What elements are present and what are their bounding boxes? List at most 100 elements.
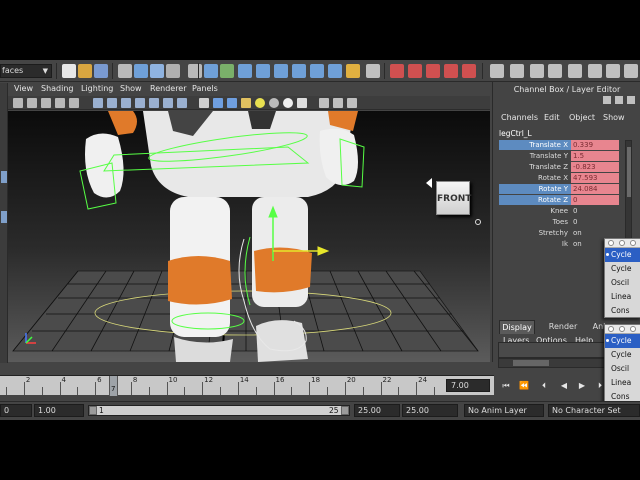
playback-end-field[interactable]: 25.00 [354, 404, 400, 417]
safe-title-icon[interactable] [177, 98, 187, 108]
menu-item[interactable]: Linea [605, 290, 640, 304]
attribute-label[interactable]: Rotate X [499, 173, 571, 183]
resolution-gate-icon[interactable] [121, 98, 131, 108]
gate-mask-icon[interactable] [135, 98, 145, 108]
outliner-icon[interactable] [588, 64, 602, 78]
attribute-label[interactable]: Stretchy [499, 228, 571, 238]
attribute-value[interactable]: -0.823 [571, 162, 619, 172]
image-plane-icon[interactable] [55, 98, 65, 108]
menu-view[interactable]: View [14, 84, 33, 93]
two-d-pan-zoom-icon[interactable] [69, 98, 79, 108]
attribute-row[interactable]: Translate Y 1.5 [499, 151, 621, 161]
attribute-layout-icon[interactable] [627, 96, 635, 104]
tab-render[interactable]: Render [545, 320, 581, 334]
menu-shading[interactable]: Shading [41, 84, 74, 93]
animation-end-field[interactable]: 25.00 [402, 404, 458, 417]
attribute-label[interactable]: Ik [499, 239, 571, 249]
range-slider[interactable]: 1 25 [88, 405, 350, 416]
snap-view-plane-icon[interactable] [256, 64, 270, 78]
shadows-icon[interactable] [269, 98, 279, 108]
smooth-shade-icon[interactable] [213, 98, 223, 108]
ipr-render-icon[interactable] [408, 64, 422, 78]
current-time-field[interactable]: 7.00 [446, 379, 490, 392]
character-set-dropdown[interactable]: No Character Set [548, 404, 640, 417]
output-ops-icon[interactable] [328, 64, 342, 78]
attribute-row[interactable]: Rotate Z0 [499, 195, 621, 205]
camera-icon[interactable] [13, 98, 23, 108]
select-hierarchy-icon[interactable] [118, 64, 132, 78]
panel-layout-icon[interactable] [624, 64, 638, 78]
select-component-icon[interactable] [150, 64, 164, 78]
menu-show[interactable]: Show [120, 84, 142, 93]
camera-attributes-icon[interactable] [27, 98, 37, 108]
render-frame-icon[interactable] [390, 64, 404, 78]
attribute-row[interactable]: Rotate X 47.593 [499, 173, 621, 183]
tool-settings-icon[interactable] [548, 64, 562, 78]
attribute-label[interactable]: Rotate Z [499, 195, 571, 205]
attribute-row[interactable]: Knee 0 [499, 206, 621, 216]
menu-edit[interactable]: Edit [544, 113, 560, 122]
film-gate-icon[interactable] [107, 98, 117, 108]
attribute-value[interactable]: on [571, 228, 619, 238]
step-back-key-icon[interactable]: ⏪ [518, 380, 530, 392]
menu-item[interactable]: Cycle [605, 248, 640, 262]
menu-item[interactable]: Cons [605, 304, 640, 318]
step-forward-frame-icon[interactable]: ⏵ [594, 380, 606, 392]
scroll-thumb[interactable] [513, 360, 549, 366]
attribute-label[interactable]: Toes [499, 217, 571, 227]
channel-box-toggle-icon[interactable] [568, 64, 582, 78]
view-cube[interactable]: FRONT [436, 181, 471, 215]
selected-node-name[interactable]: legCtrl_L [499, 129, 532, 138]
tab-display[interactable]: Display [499, 320, 535, 334]
menu-show[interactable]: Show [603, 113, 625, 122]
attribute-value[interactable]: 0 [571, 206, 619, 216]
layer-editor-icon[interactable] [615, 96, 623, 104]
menu-item[interactable]: Oscil [605, 362, 640, 376]
render-view-icon[interactable] [462, 64, 476, 78]
channel-box-scrollbar[interactable] [625, 140, 632, 244]
hypershade-icon[interactable] [444, 64, 458, 78]
attribute-row[interactable]: Translate X 0.339 [499, 140, 621, 150]
scroll-thumb[interactable] [627, 147, 631, 197]
range-end-handle[interactable] [341, 406, 349, 415]
attribute-row[interactable]: Translate Z -0.823 [499, 162, 621, 172]
attribute-row[interactable]: Toes 0 [499, 217, 621, 227]
attribute-row[interactable]: Ik on [499, 239, 621, 249]
lock-icon[interactable] [346, 64, 360, 78]
attribute-label[interactable]: Translate X [499, 140, 571, 150]
attribute-value[interactable]: 0 [571, 195, 619, 205]
menu-item[interactable]: Cycle [605, 334, 640, 348]
history-icon[interactable] [292, 64, 306, 78]
isolate-select-icon[interactable] [319, 98, 329, 108]
new-scene-icon[interactable] [62, 64, 76, 78]
ambient-occlusion-icon[interactable] [283, 98, 293, 108]
field-chart-icon[interactable] [149, 98, 159, 108]
select-tool-icon[interactable] [1, 171, 7, 183]
anim-layer-dropdown[interactable]: No Anim Layer [464, 404, 544, 417]
play-backwards-icon[interactable]: ◀ [558, 380, 570, 392]
attribute-row[interactable]: Rotate Y 24.084 [499, 184, 621, 194]
step-back-frame-icon[interactable]: ⏴ [538, 380, 550, 392]
layer-horizontal-scrollbar[interactable] [498, 358, 606, 368]
xray-icon[interactable] [333, 98, 343, 108]
move-tool-icon[interactable] [1, 211, 7, 223]
select-object-icon[interactable] [134, 64, 148, 78]
attribute-value[interactable]: 0.339 [571, 140, 619, 150]
modeling-toolkit-icon[interactable] [510, 64, 524, 78]
textures-icon[interactable] [241, 98, 251, 108]
menu-channels[interactable]: Channels [501, 113, 538, 122]
play-forwards-icon[interactable]: ▶ [576, 380, 588, 392]
current-frame-marker[interactable]: 7 [109, 376, 118, 396]
anti-aliasing-icon[interactable] [297, 98, 307, 108]
highlight-selection-icon[interactable] [188, 64, 202, 78]
perspective-viewport[interactable]: FRONT [8, 111, 490, 362]
layer-list[interactable] [498, 342, 606, 358]
menu-item[interactable]: Cycle [605, 348, 640, 362]
snap-point-icon[interactable] [238, 64, 252, 78]
layer-editor-toggle-icon[interactable] [606, 64, 620, 78]
menu-renderer[interactable]: Renderer [150, 84, 187, 93]
snap-grid-icon[interactable] [204, 64, 218, 78]
save-scene-icon[interactable] [94, 64, 108, 78]
animation-start-field[interactable]: 0 [0, 404, 32, 417]
menu-lighting[interactable]: Lighting [81, 84, 113, 93]
